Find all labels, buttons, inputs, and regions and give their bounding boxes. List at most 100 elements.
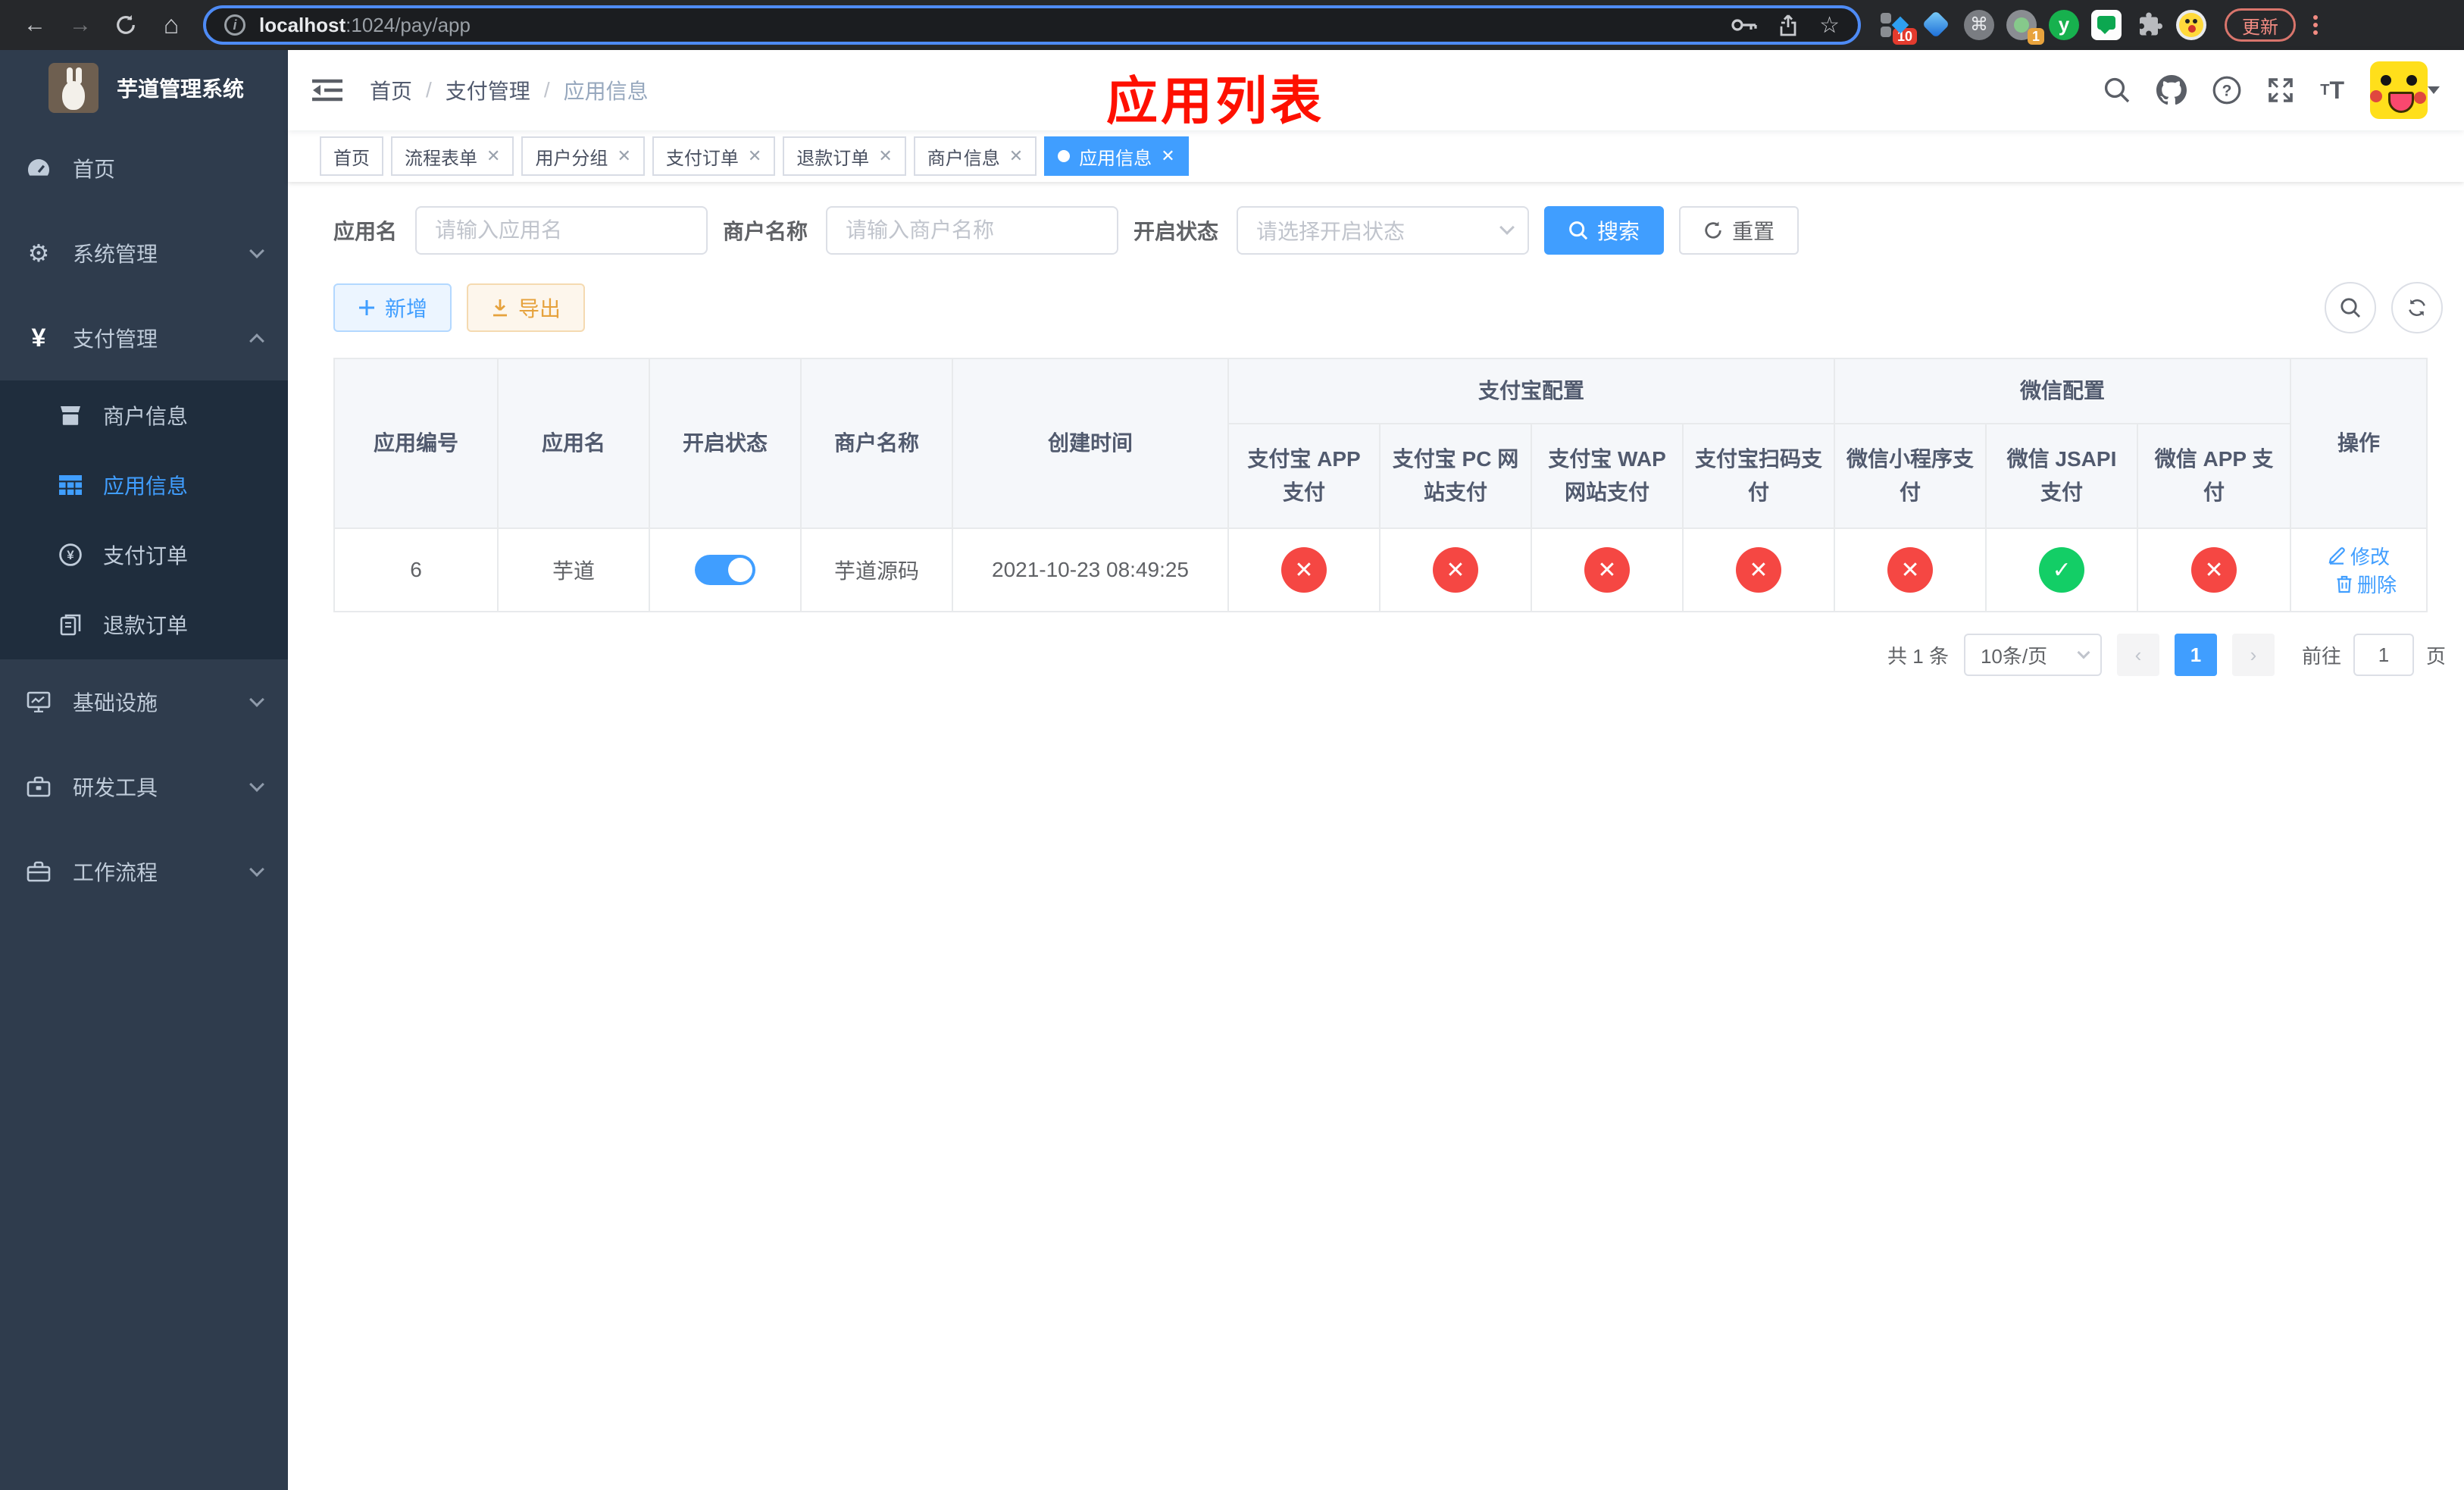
password-key-icon[interactable] [1731,17,1757,33]
breadcrumb-home[interactable]: 首页 [370,75,412,105]
goto-page-input[interactable] [2353,634,2414,676]
close-icon[interactable]: ✕ [486,146,500,166]
help-icon[interactable]: ? [2212,76,2241,105]
close-icon[interactable]: ✕ [617,146,630,166]
breadcrumb: 首页 / 支付管理 / 应用信息 [370,75,649,105]
sidebar-item-home[interactable]: 首页 [0,126,288,211]
address-bar[interactable]: i localhost:1024/pay/app ☆ [203,5,1861,45]
sidebar-item-payment[interactable]: ¥ 支付管理 [0,296,288,380]
extension-gem-icon[interactable] [1921,10,1952,40]
reset-button[interactable]: 重置 [1679,206,1800,255]
close-icon[interactable]: ✕ [748,146,761,166]
refresh-button[interactable] [2391,282,2443,333]
channel-status-icon[interactable]: ✓ [2039,547,2085,593]
sidebar-item-system[interactable]: ⚙ 系统管理 [0,211,288,296]
col-status: 开启状态 [649,358,802,529]
col-created: 创建时间 [952,358,1229,529]
edit-button[interactable]: 修改 [2328,542,2390,570]
tab-app-info-active[interactable]: 应用信息 ✕ [1044,136,1189,176]
sidebar-item-workflow[interactable]: 工作流程 [0,829,288,914]
sidebar-item-app-info[interactable]: 应用信息 [0,450,288,520]
toggle-search-button[interactable] [2325,282,2376,333]
merchant-name-input[interactable] [826,206,1119,255]
sidebar-item-label: 支付管理 [73,327,158,351]
close-icon[interactable]: ✕ [1161,146,1174,166]
prev-page-button[interactable]: ‹ [2116,634,2159,676]
browser-home-icon[interactable]: ⌂ [149,11,194,40]
chrome-update-button[interactable]: 更新 [2225,8,2296,42]
page-size-select[interactable]: 10条/页 [1963,634,2102,676]
fullscreen-icon[interactable] [2267,77,2294,104]
chevron-up-icon [249,333,264,349]
sidebar-item-refund-order[interactable]: 退款订单 [0,590,288,659]
col-app-name: 应用名 [497,358,650,529]
browser-reload-icon[interactable] [103,14,149,36]
chevron-down-icon [2428,86,2440,100]
channel-status-icon[interactable]: ✕ [1887,547,1934,593]
tab-pay-order[interactable]: 支付订单 ✕ [652,136,776,176]
store-icon [58,405,83,426]
toolbar: 新增 导出 [333,282,2443,333]
channel-status-icon[interactable]: ✕ [1433,547,1478,593]
share-icon[interactable] [1778,14,1798,36]
tab-merchant-info[interactable]: 商户信息 ✕ [913,136,1037,176]
app-logo[interactable]: 芋道管理系统 [0,50,288,126]
browser-menu-icon[interactable] [2305,15,2326,35]
tab-refund-order[interactable]: 退款订单 ✕ [783,136,906,176]
channel-status-icon[interactable]: ✕ [1584,547,1630,593]
channel-status-icon[interactable]: ✕ [1281,547,1327,593]
chevron-down-icon [1499,220,1515,235]
grid-icon [58,475,83,495]
browser-forward-icon[interactable]: → [58,12,103,38]
channel-status-icon[interactable]: ✕ [2191,547,2237,593]
sidebar-item-pay-order[interactable]: ¥ 支付订单 [0,520,288,590]
extension-chat-icon[interactable] [2091,10,2122,40]
github-icon[interactable] [2156,75,2187,105]
site-info-icon[interactable]: i [224,14,245,36]
app-name-input[interactable] [415,206,708,255]
close-icon[interactable]: ✕ [878,146,892,166]
add-button[interactable]: 新增 [333,283,452,332]
tab-home[interactable]: 首页 [320,136,383,176]
extension-target-icon[interactable]: 1 [2006,10,2044,45]
search-button[interactable]: 搜索 [1544,206,1665,255]
profile-avatar-icon[interactable] [2176,10,2206,40]
tab-flow-form[interactable]: 流程表单 ✕ [391,136,514,176]
status-select[interactable]: 请选择开启状态 [1237,206,1530,255]
cell-wx-jsapi: ✓ [1985,527,2139,612]
col-wx-lite: 微信小程序支付 [1834,423,1987,529]
close-icon[interactable]: ✕ [1009,146,1023,166]
breadcrumb-payment[interactable]: 支付管理 [446,75,530,105]
channel-status-icon[interactable]: ✕ [1736,547,1781,593]
status-switch[interactable] [695,555,755,585]
active-dot [1058,150,1071,162]
app-title: 芋道管理系统 [117,77,245,101]
page-content: 应用名 商户名称 开启状态 请选择开启状态 搜索 重置 [288,182,2464,1490]
sidebar-item-dev-tools[interactable]: 研发工具 [0,744,288,829]
sidebar-item-label: 工作流程 [73,861,158,884]
bookmark-star-icon[interactable]: ☆ [1819,12,1840,39]
browser-back-icon[interactable]: ← [12,12,58,38]
extensions-puzzle-icon[interactable] [2134,10,2164,40]
extension-y-icon[interactable]: y [2049,10,2079,40]
cell-app-id: 6 [333,527,499,612]
extension-badge: 1 [2027,28,2044,45]
user-avatar[interactable] [2370,61,2440,119]
font-size-icon[interactable]: TT [2320,77,2344,105]
sidebar-item-infrastructure[interactable]: 基础设施 [0,659,288,744]
search-icon[interactable] [2103,77,2131,104]
chevron-down-icon [249,692,264,707]
cell-alipay-pc: ✕ [1379,527,1532,612]
extension-command-icon[interactable]: ⌘ [1964,10,1994,40]
page-number-active[interactable]: 1 [2174,634,2217,676]
export-button[interactable]: 导出 [467,283,586,332]
monitor-icon [26,691,52,712]
delete-button[interactable]: 删除 [2336,570,2397,598]
tab-user-group[interactable]: 用户分组 ✕ [521,136,645,176]
extension-tiles-icon[interactable]: 10 [1879,10,1917,45]
next-page-button[interactable]: › [2231,634,2275,676]
cell-wx-app: ✕ [2137,527,2292,612]
sidebar-item-merchant-info[interactable]: 商户信息 [0,380,288,450]
top-navbar: 首页 / 支付管理 / 应用信息 应用列表 ? T T [288,50,2464,130]
sidebar-collapse-icon[interactable] [312,78,342,102]
